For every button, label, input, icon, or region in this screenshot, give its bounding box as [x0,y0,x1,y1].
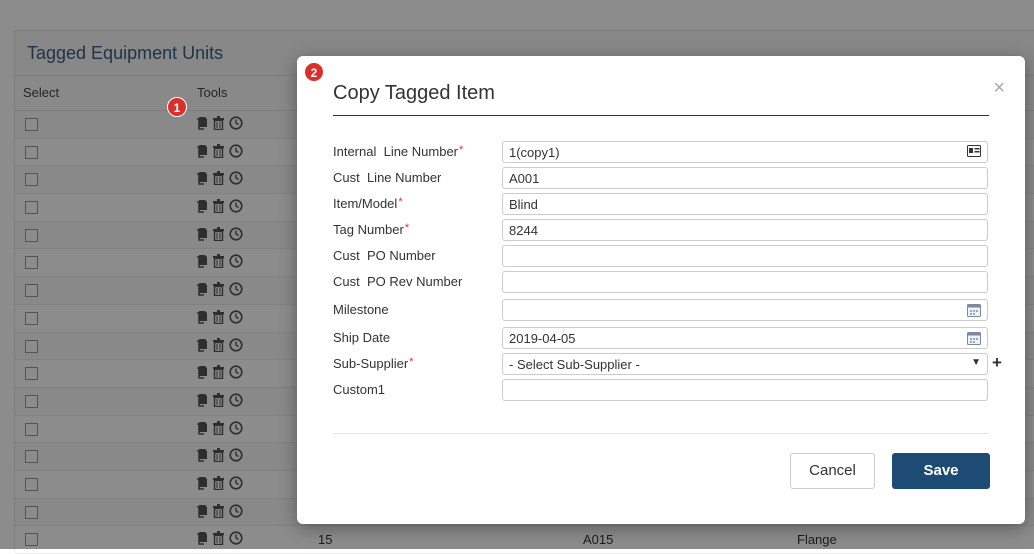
required-marker: * [404,222,410,234]
title-divider [333,115,989,116]
tag-number-label: Tag Number* [333,222,410,237]
custom1-input[interactable] [502,379,988,401]
cust-po-number-input[interactable] [502,245,988,267]
step-badge-1: 1 [167,97,187,117]
sub-supplier-label: Sub-Supplier* [333,356,414,371]
cust-line-number-input[interactable]: A001 [502,167,988,189]
row-milestone: Milestone [333,299,993,321]
id-card-icon[interactable] [967,145,981,157]
calendar-icon[interactable] [967,331,981,345]
item-model-input[interactable]: Blind [502,193,988,215]
row-item-model: Item/Model* Blind [333,193,993,215]
row-cust-line-number: Cust Line Number A001 [333,167,993,189]
required-marker: * [459,144,464,156]
internal-line-number-label: Internal Line Number* [333,144,464,159]
ship-date-input[interactable]: 2019-04-05 [502,327,988,349]
sub-supplier-select[interactable]: - Select Sub-Supplier - ▼ [502,353,988,375]
row-custom1: Custom1 [333,379,993,401]
dropdown-arrow-icon: ▼ [971,357,981,368]
dialog-title: Copy Tagged Item [333,82,495,104]
milestone-input[interactable] [502,299,988,321]
add-sub-supplier-button[interactable]: + [992,353,1002,373]
required-marker: * [409,356,414,368]
milestone-label: Milestone [333,302,389,317]
step-badge-2: 2 [304,62,324,82]
close-icon[interactable]: × [993,78,1005,98]
row-cust-po-number: Cust PO Number [333,245,993,267]
calendar-icon[interactable] [967,303,981,317]
cust-po-number-label: Cust PO Number [333,248,436,263]
row-sub-supplier: Sub-Supplier* - Select Sub-Supplier - ▼ … [333,353,1002,375]
ship-date-label: Ship Date [333,330,391,345]
cust-po-rev-number-input[interactable] [502,271,988,293]
footer-divider [333,433,989,434]
row-internal-line-number: Internal Line Number* 1(copy1) [333,141,993,163]
cancel-button[interactable]: Cancel [790,453,875,489]
internal-line-number-input[interactable]: 1(copy1) [502,141,988,163]
row-tag-number: Tag Number* 8244 [333,219,993,241]
save-button[interactable]: Save [892,453,990,489]
copy-tagged-item-dialog: Copy Tagged Item × Internal Line Number*… [297,56,1025,524]
tag-number-input[interactable]: 8244 [502,219,988,241]
cust-line-number-label: Cust Line Number [333,170,442,185]
row-ship-date: Ship Date 2019-04-05 [333,327,993,349]
custom1-label: Custom1 [333,382,386,397]
required-marker: * [398,196,403,208]
row-cust-po-rev-number: Cust PO Rev Number [333,271,993,293]
item-model-label: Item/Model* [333,196,403,211]
cust-po-rev-number-label: Cust PO Rev Number [333,274,463,289]
